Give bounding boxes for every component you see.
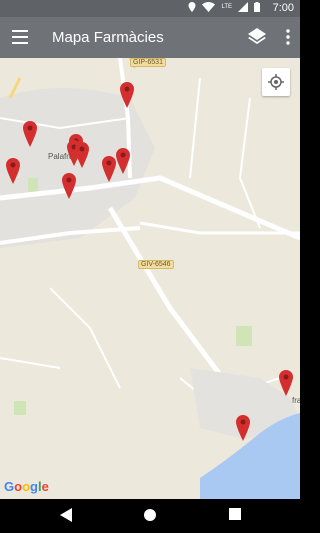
navigation-bar xyxy=(0,499,300,533)
pharmacy-pin[interactable] xyxy=(278,370,294,396)
pharmacy-pin[interactable] xyxy=(119,82,135,108)
back-icon[interactable] xyxy=(60,508,72,522)
layers-icon[interactable] xyxy=(246,26,268,48)
road-label-giv: GIV-6546 xyxy=(138,260,174,269)
road-label-gip: GIP-6531 xyxy=(130,58,166,67)
pharmacy-pin[interactable] xyxy=(235,415,251,441)
map-roads xyxy=(0,58,300,499)
pharmacy-pin[interactable] xyxy=(61,173,77,199)
more-vert-icon[interactable] xyxy=(286,29,290,45)
my-location-icon xyxy=(268,74,284,90)
recents-icon[interactable] xyxy=(229,508,241,520)
status-bar: LTE 7:00 xyxy=(0,0,300,17)
pharmacy-pin[interactable] xyxy=(74,142,90,168)
wifi-icon xyxy=(202,2,216,12)
coast-label: fra xyxy=(292,396,300,405)
app-bar: Mapa Farmàcies xyxy=(0,17,300,58)
status-icons: LTE xyxy=(188,2,260,12)
my-location-button[interactable] xyxy=(262,68,290,96)
google-logo: Google xyxy=(4,479,49,494)
home-icon[interactable] xyxy=(143,508,157,522)
map-view[interactable]: GIP-6531 GIV-6546 Palafrugell fra Google xyxy=(0,58,300,499)
signal-icon xyxy=(238,2,248,12)
pharmacy-pin[interactable] xyxy=(101,156,117,182)
lte-label: LTE xyxy=(221,4,232,10)
battery-icon xyxy=(254,2,260,12)
location-icon xyxy=(188,2,196,12)
pharmacy-pin[interactable] xyxy=(115,148,131,174)
pharmacy-pin[interactable] xyxy=(5,158,21,184)
status-time: 7:00 xyxy=(272,2,294,14)
app-title: Mapa Farmàcies xyxy=(52,29,164,46)
menu-icon[interactable] xyxy=(12,30,28,44)
pharmacy-pin[interactable] xyxy=(22,121,38,147)
